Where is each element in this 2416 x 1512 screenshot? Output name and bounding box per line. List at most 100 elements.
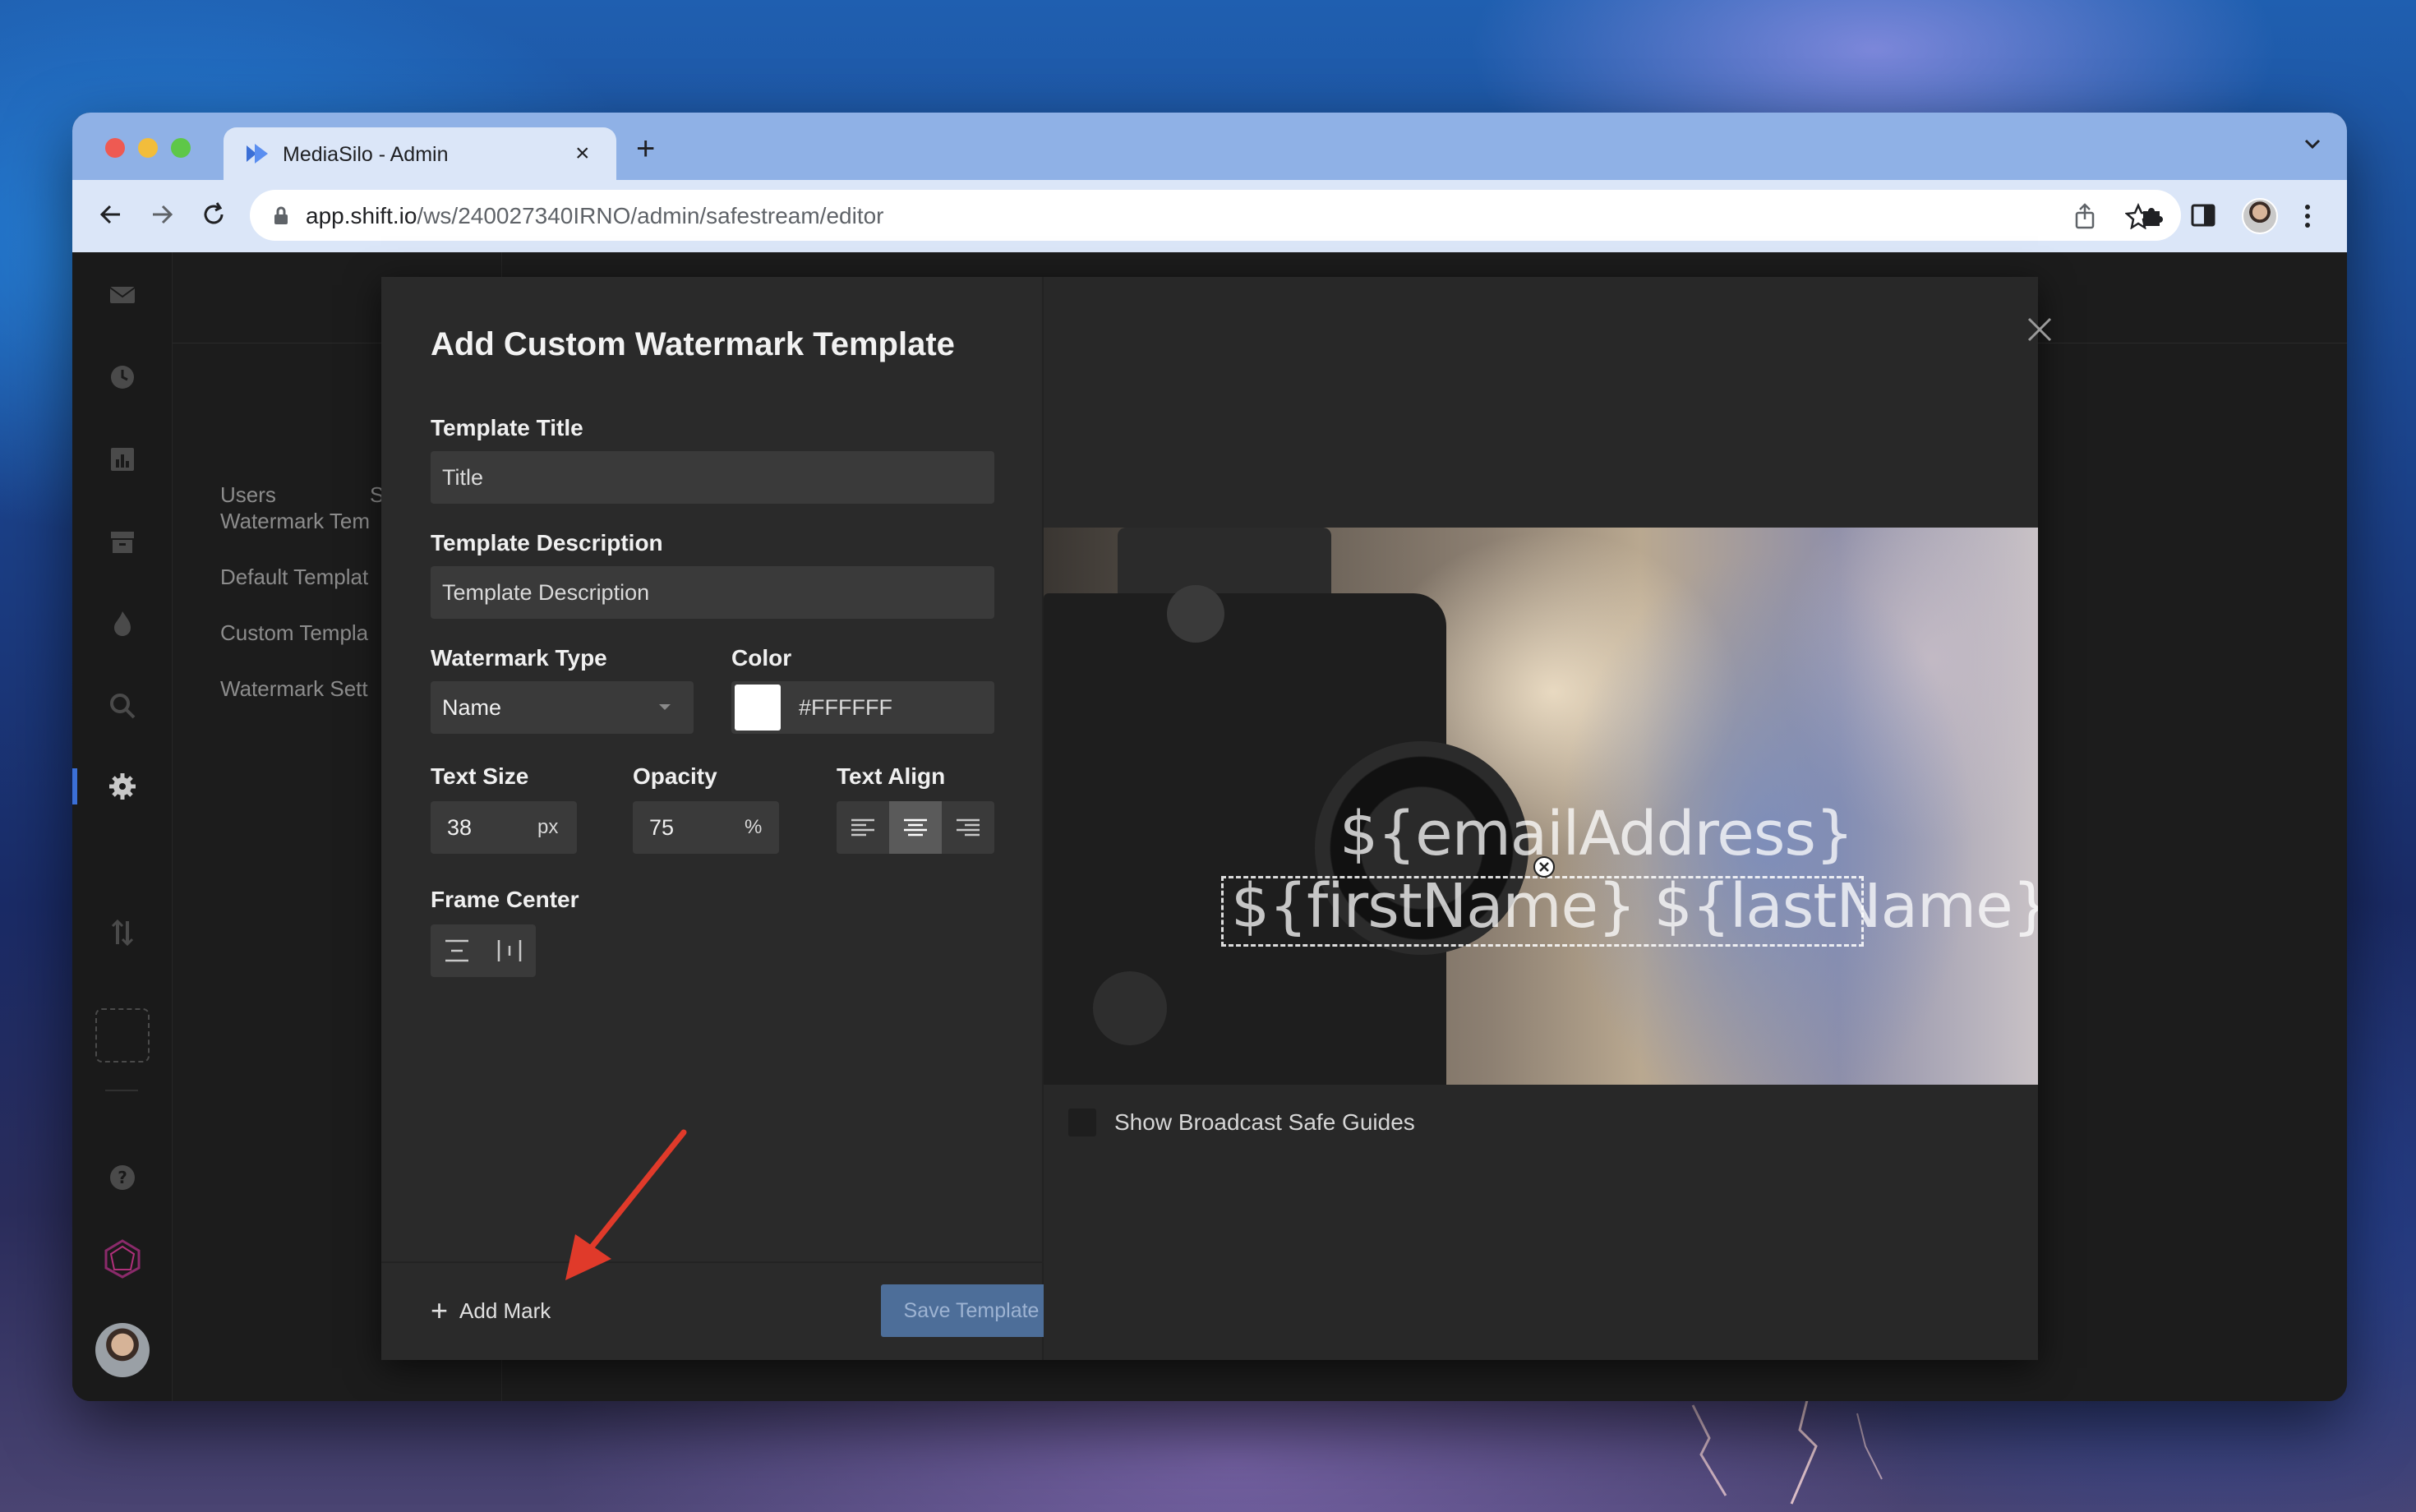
more-menu-icon[interactable] [2303, 203, 2312, 229]
close-small-icon [1539, 862, 1549, 872]
side-panel-icon[interactable] [2191, 203, 2215, 228]
align-center-icon [904, 818, 927, 837]
watermark-type-value: Name [442, 694, 502, 720]
camera-image-knob [1167, 585, 1224, 643]
text-size-input[interactable]: 38 px [431, 801, 577, 854]
chevron-down-icon[interactable] [2303, 134, 2322, 154]
chart-icon[interactable] [108, 445, 137, 474]
video-preview: ${emailAddress} ${firstName} ${lastName} [1044, 528, 2038, 1085]
align-right-button[interactable] [942, 801, 994, 854]
center-vertical-icon [445, 939, 468, 962]
add-mark-button[interactable]: + Add Mark [431, 1296, 551, 1325]
opacity-label: Opacity [633, 763, 717, 789]
text-size-value: 38 [447, 814, 473, 840]
watermark-type-select[interactable]: Name [431, 681, 694, 734]
browser-window: MediaSilo - Admin × + app.shift.io/ws/24… [72, 113, 2347, 1401]
text-align-group [837, 801, 994, 854]
mediasilo-favicon-icon [247, 144, 268, 164]
template-title-label: Template Title [431, 415, 583, 440]
align-center-button[interactable] [889, 801, 942, 854]
align-right-icon [957, 818, 980, 837]
center-vertical-button[interactable] [431, 924, 483, 977]
help-icon[interactable]: ? [108, 1163, 137, 1192]
browser-tab[interactable]: MediaSilo - Admin × [224, 127, 616, 180]
url-text: app.shift.io/ws/240027340IRNO/admin/safe… [306, 203, 884, 228]
text-size-label: Text Size [431, 763, 529, 789]
active-nav-indicator [72, 768, 77, 804]
text-align-label: Text Align [837, 763, 946, 789]
template-title-input[interactable]: Title [431, 451, 994, 504]
center-horizontal-icon [497, 940, 522, 961]
align-left-icon [851, 818, 874, 837]
opacity-unit: % [745, 816, 763, 838]
bg-side-item-watermark-settings[interactable]: Watermark Sett [220, 676, 368, 702]
modal-title: Add Custom Watermark Template [431, 326, 955, 362]
text-size-unit: px [537, 816, 559, 838]
opacity-value: 75 [649, 814, 675, 840]
broadcast-safe-guides-toggle[interactable]: Show Broadcast Safe Guides [1068, 1109, 1415, 1136]
template-description-label: Template Description [431, 530, 663, 555]
maximize-window-button[interactable] [171, 138, 191, 158]
center-horizontal-button[interactable] [483, 924, 536, 977]
close-window-button[interactable] [105, 138, 125, 158]
back-icon[interactable] [95, 200, 125, 229]
svg-text:?: ? [118, 1168, 127, 1187]
workspace-placeholder[interactable] [95, 1008, 150, 1063]
color-hex-value: #FFFFFF [799, 694, 892, 720]
forward-icon[interactable] [148, 200, 178, 229]
caret-down-icon [659, 704, 671, 710]
align-left-button[interactable] [837, 801, 889, 854]
preview-panel: ${emailAddress} ${firstName} ${lastName}… [1044, 277, 2052, 1360]
watermark-type-label: Watermark Type [431, 645, 607, 671]
mail-icon[interactable] [108, 280, 137, 310]
gear-icon[interactable] [108, 772, 137, 801]
broadcast-safe-guides-label: Show Broadcast Safe Guides [1114, 1109, 1415, 1135]
remove-mark-handle[interactable] [1533, 856, 1555, 878]
watermark-name-text[interactable]: ${firstName} ${lastName} [1231, 871, 2038, 942]
template-description-input[interactable]: Template Description [431, 566, 994, 619]
profile-avatar[interactable] [2242, 198, 2278, 234]
watermark-email-text[interactable]: ${emailAddress} [1339, 799, 1854, 869]
bg-side-item-default-templates[interactable]: Default Templat [220, 565, 368, 590]
new-tab-button[interactable]: + [636, 132, 655, 165]
annotation-arrow-icon [565, 1129, 687, 1280]
sort-icon[interactable] [108, 918, 137, 947]
save-template-button[interactable]: Save Template [881, 1284, 1062, 1337]
opacity-input[interactable]: 75 % [633, 801, 779, 854]
bg-tab-users[interactable]: Users [220, 482, 276, 508]
search-icon[interactable] [108, 691, 137, 721]
user-avatar[interactable] [95, 1323, 150, 1377]
template-form-panel: Add Custom Watermark Template Template T… [381, 277, 1062, 1360]
logo-icon[interactable] [102, 1238, 143, 1279]
lock-icon [274, 206, 288, 224]
app-content: ? Users S Watermark Tem Default Templat … [72, 252, 2347, 1401]
address-bar[interactable]: app.shift.io/ws/240027340IRNO/admin/safe… [250, 190, 2181, 241]
plus-icon: + [431, 1293, 449, 1327]
camera-image-knob [1093, 971, 1167, 1045]
broadcast-safe-guides-checkbox[interactable] [1068, 1109, 1096, 1136]
close-icon[interactable] [2026, 316, 2053, 343]
archive-icon[interactable] [108, 527, 137, 556]
lightning-decoration [1691, 1397, 1883, 1505]
share-icon[interactable] [2073, 203, 2097, 229]
tab-title: MediaSilo - Admin [283, 143, 449, 166]
clock-icon[interactable] [108, 362, 137, 392]
footer-divider [381, 1261, 1044, 1263]
nav-divider [105, 1090, 138, 1091]
color-swatch[interactable] [735, 685, 781, 731]
bg-side-item-custom-templates[interactable]: Custom Templa [220, 620, 368, 646]
browser-toolbar: app.shift.io/ws/240027340IRNO/admin/safe… [72, 180, 2347, 252]
frame-center-group [431, 924, 536, 977]
extensions-icon[interactable] [2138, 203, 2165, 229]
flame-icon[interactable] [108, 609, 137, 638]
add-mark-label: Add Mark [459, 1298, 551, 1323]
color-field[interactable]: #FFFFFF [731, 681, 994, 734]
frame-center-label: Frame Center [431, 887, 579, 912]
reload-icon[interactable] [199, 200, 228, 229]
bg-side-item-watermark-templates[interactable]: Watermark Tem [220, 509, 370, 534]
minimize-window-button[interactable] [138, 138, 158, 158]
app-nav-rail: ? [72, 252, 173, 1401]
color-label: Color [731, 645, 792, 671]
tab-bar: MediaSilo - Admin × + [72, 113, 2347, 180]
close-tab-icon[interactable]: × [575, 141, 590, 166]
